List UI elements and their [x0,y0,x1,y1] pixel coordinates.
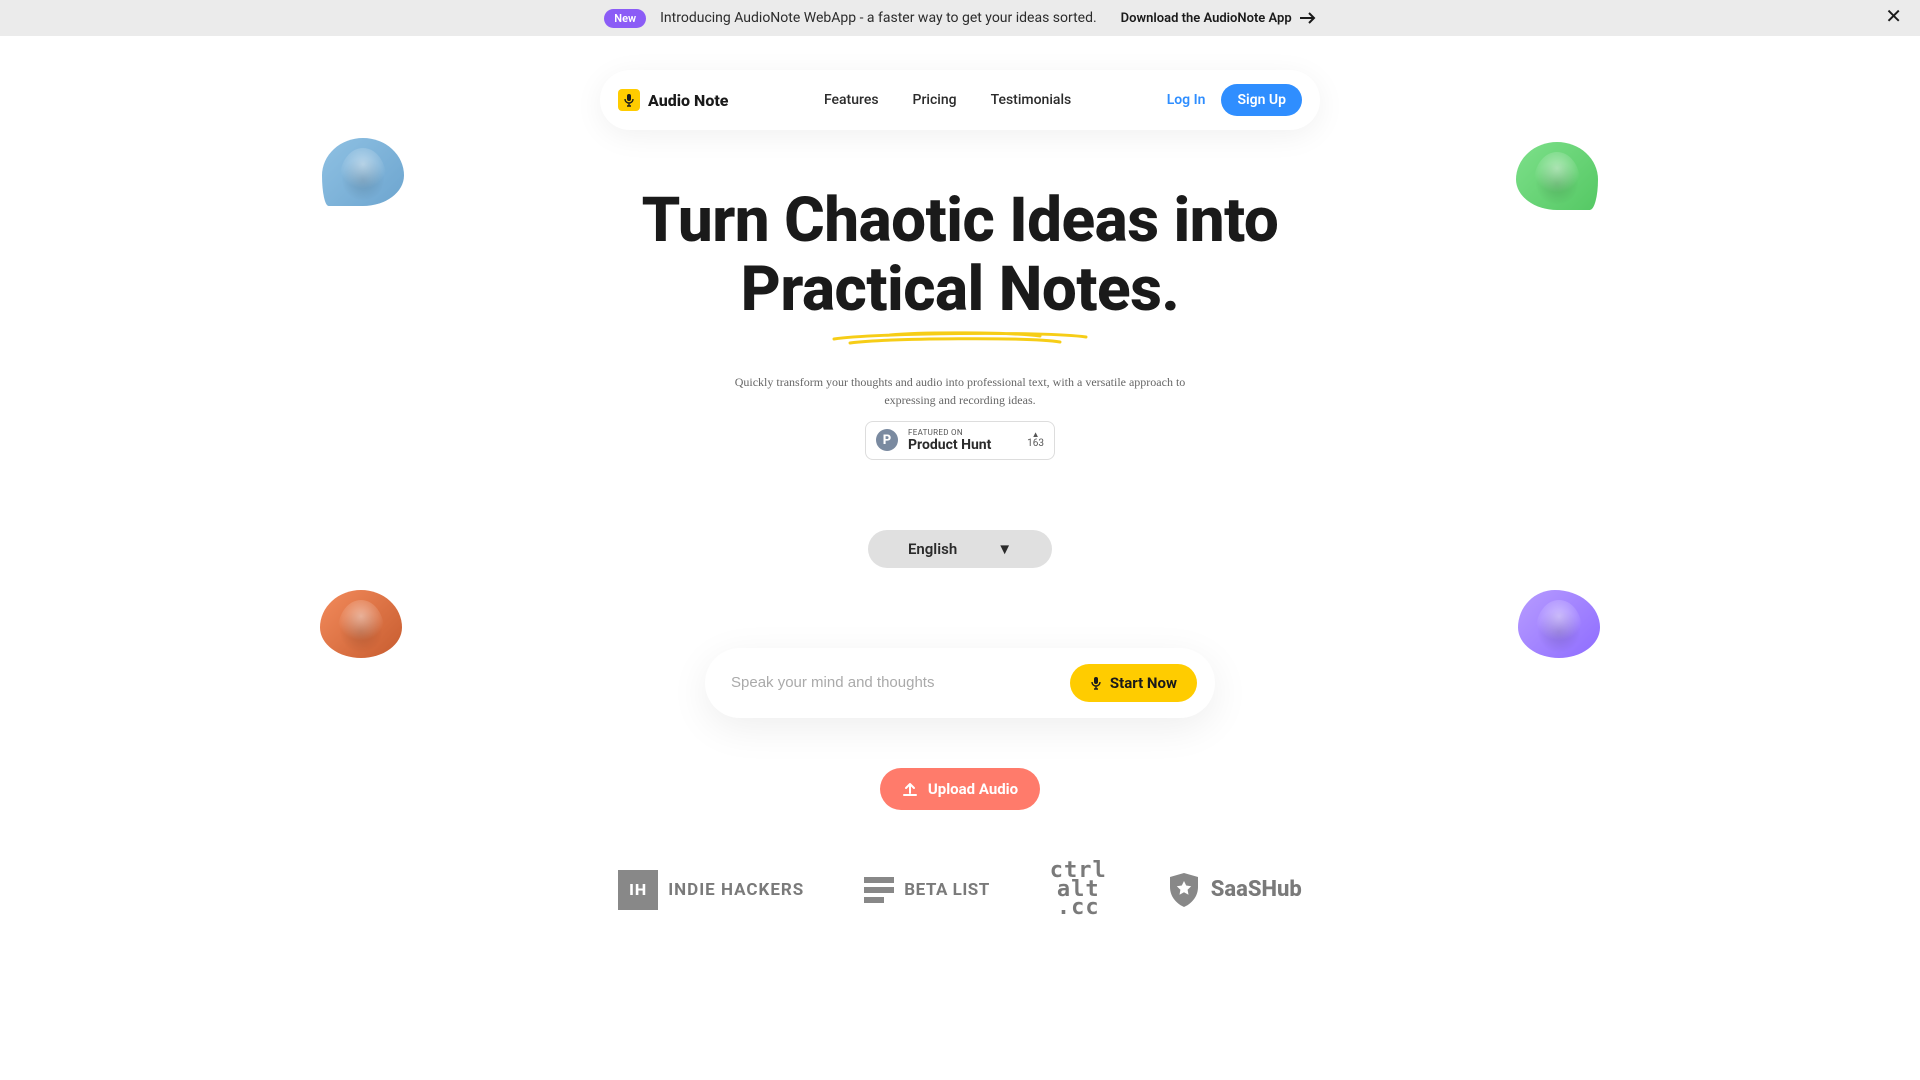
speak-input[interactable] [731,674,1070,691]
download-app-link[interactable]: Download the AudioNote App [1121,11,1316,26]
brand-logo[interactable]: Audio Note [618,89,728,111]
nav-links: Features Pricing Testimonials [824,92,1071,108]
upload-audio-label: Upload Audio [928,780,1018,798]
language-selector[interactable]: English ▼ [868,530,1052,568]
ph-upvote: ▲ 163 [1027,431,1044,449]
ph-small: FEATURED ON [908,428,1017,437]
login-link[interactable]: Log In [1167,92,1206,108]
logo-saashub: SaaSHub [1167,871,1302,909]
logo-ctrlalt: ctrl alt .cc [1050,862,1107,918]
nav-testimonials[interactable]: Testimonials [991,92,1072,108]
product-hunt-text: FEATURED ON Product Hunt [908,428,1017,453]
brand-name: Audio Note [648,91,728,110]
new-badge: New [604,9,646,28]
saashub-label: SaaSHub [1211,877,1302,902]
product-hunt-badge[interactable]: P FEATURED ON Product Hunt ▲ 163 [865,421,1055,460]
press-logos: IH INDIE HACKERS BETA LIST ctrl alt .cc … [0,862,1920,918]
underline-scribble-icon [830,329,1090,347]
upload-audio-button[interactable]: Upload Audio [880,768,1040,810]
hero-title: Turn Chaotic Ideas into Practical Notes. [0,186,1920,325]
logo-indie-hackers: IH INDIE HACKERS [618,870,804,910]
avatar-purple [1518,590,1600,658]
ph-big: Product Hunt [908,437,1017,453]
ph-upvote-count: 163 [1027,438,1044,449]
hero-section: Turn Chaotic Ideas into Practical Notes.… [0,130,1920,918]
microphone-icon [1090,676,1102,690]
microphone-icon [618,89,640,111]
shield-star-icon [1167,871,1201,909]
nav-auth: Log In Sign Up [1167,84,1302,116]
indie-hackers-icon: IH [618,870,658,910]
start-now-button[interactable]: Start Now [1070,664,1197,702]
banner-text: Introducing AudioNote WebApp - a faster … [660,10,1097,26]
upload-icon [902,781,918,797]
language-selected: English [908,540,957,558]
header-container: Audio Note Features Pricing Testimonials… [0,36,1920,130]
product-hunt-icon: P [876,429,898,451]
chevron-down-icon: ▼ [997,540,1012,558]
hero-line1: Turn Chaotic Ideas into [642,184,1279,257]
close-icon[interactable]: ✕ [1885,6,1902,26]
ctrlalt-icon: ctrl alt .cc [1050,862,1107,918]
beta-list-icon [864,877,894,903]
hero-line2: Practical Notes. [741,253,1180,326]
arrow-right-icon [1300,12,1316,24]
avatar-green [1516,142,1598,210]
indie-hackers-label: INDIE HACKERS [668,880,804,900]
avatar-blue [322,138,404,206]
start-now-label: Start Now [1110,674,1177,692]
hero-subhead: Quickly transform your thoughts and audi… [730,373,1190,409]
signup-button[interactable]: Sign Up [1221,84,1302,116]
download-app-label: Download the AudioNote App [1121,11,1292,26]
header-nav: Audio Note Features Pricing Testimonials… [600,70,1320,130]
beta-list-label: BETA LIST [904,880,990,900]
logo-beta-list: BETA LIST [864,877,990,903]
avatar-orange [320,590,402,658]
nav-features[interactable]: Features [824,92,879,108]
nav-pricing[interactable]: Pricing [913,92,957,108]
speak-input-bar: Start Now [705,648,1215,718]
announcement-banner: New Introducing AudioNote WebApp - a fas… [0,0,1920,36]
